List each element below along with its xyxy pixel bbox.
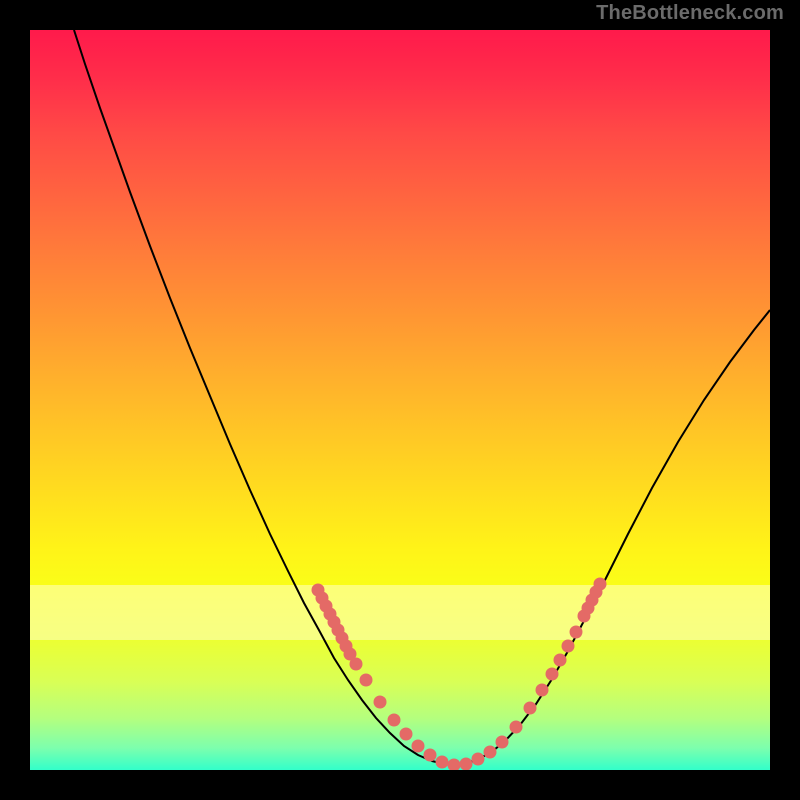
curve-dot <box>448 759 461 771</box>
curve-dot <box>424 749 437 762</box>
curve-dot <box>562 640 575 653</box>
curve-dot <box>594 578 607 591</box>
curve-dot <box>570 626 583 639</box>
curve-dot <box>546 668 559 681</box>
curve-dot <box>484 746 497 759</box>
curve-dot <box>374 696 387 709</box>
curve-dot <box>460 758 473 771</box>
curve-dot <box>524 702 537 715</box>
curve-dots-group <box>312 578 607 771</box>
curve-dot <box>554 654 567 667</box>
watermark-text: TheBottleneck.com <box>596 2 784 25</box>
curve-dot <box>536 684 549 697</box>
curve-dot <box>436 756 449 769</box>
curve-dot <box>496 736 509 749</box>
curve-dot <box>400 728 413 741</box>
curve-dot <box>472 753 485 766</box>
bottleneck-curve <box>74 30 770 765</box>
curve-dot <box>412 740 425 753</box>
chart-svg <box>30 30 770 770</box>
curve-dot <box>388 714 401 727</box>
curve-dot <box>360 674 373 687</box>
curve-dot <box>350 658 363 671</box>
curve-dot <box>510 721 523 734</box>
chart-plot-area <box>30 30 770 770</box>
